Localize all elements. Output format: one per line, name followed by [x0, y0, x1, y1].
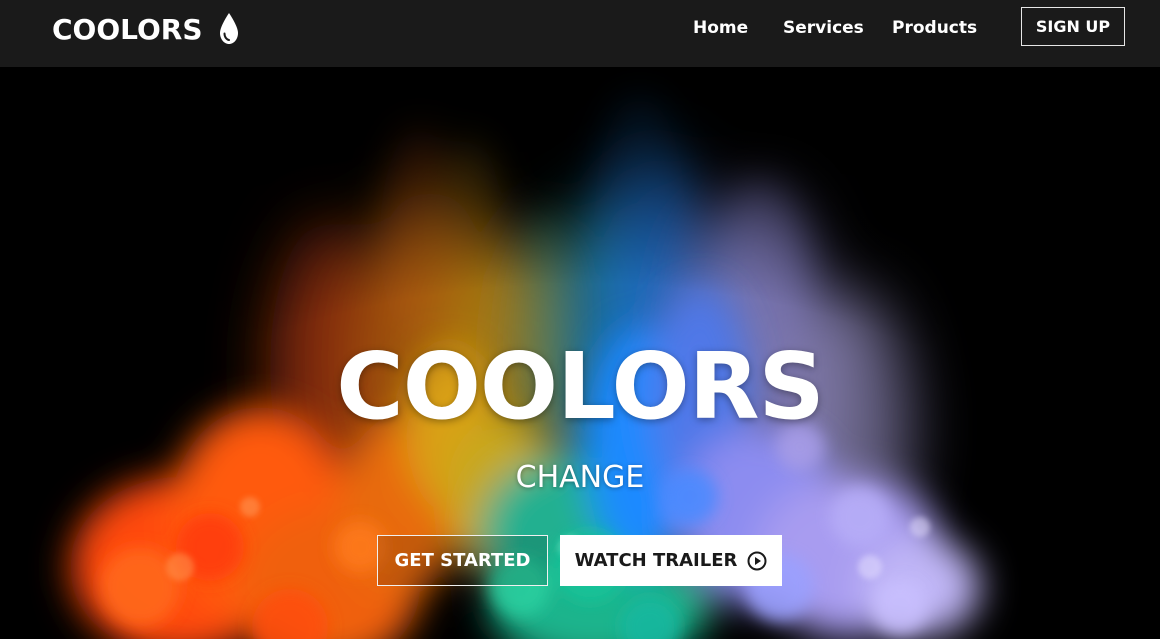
nav-services-link[interactable]: Services [783, 18, 864, 38]
top-navbar: COOLORS Home Services Products SIGN UP [0, 0, 1160, 67]
watch-trailer-button[interactable]: WATCH TRAILER [560, 535, 782, 586]
sign-up-button[interactable]: SIGN UP [1021, 7, 1125, 46]
watch-trailer-label: WATCH TRAILER [574, 550, 738, 571]
nav-products-link[interactable]: Products [892, 18, 977, 38]
hero-title: COOLORS [336, 333, 825, 440]
hero-subtitle: CHANGE [515, 460, 645, 495]
get-started-label: GET STARTED [394, 550, 531, 571]
nav-links: Home Services Products [0, 0, 1160, 58]
play-circle-icon [747, 551, 767, 570]
hero-section: COOLORS CHANGE GET STARTED WATCH TRAILER [0, 67, 1160, 639]
get-started-button[interactable]: GET STARTED [377, 535, 548, 586]
landing-page: COOLORS Home Services Products SIGN UP C… [0, 0, 1160, 639]
nav-home-link[interactable]: Home [693, 18, 748, 38]
